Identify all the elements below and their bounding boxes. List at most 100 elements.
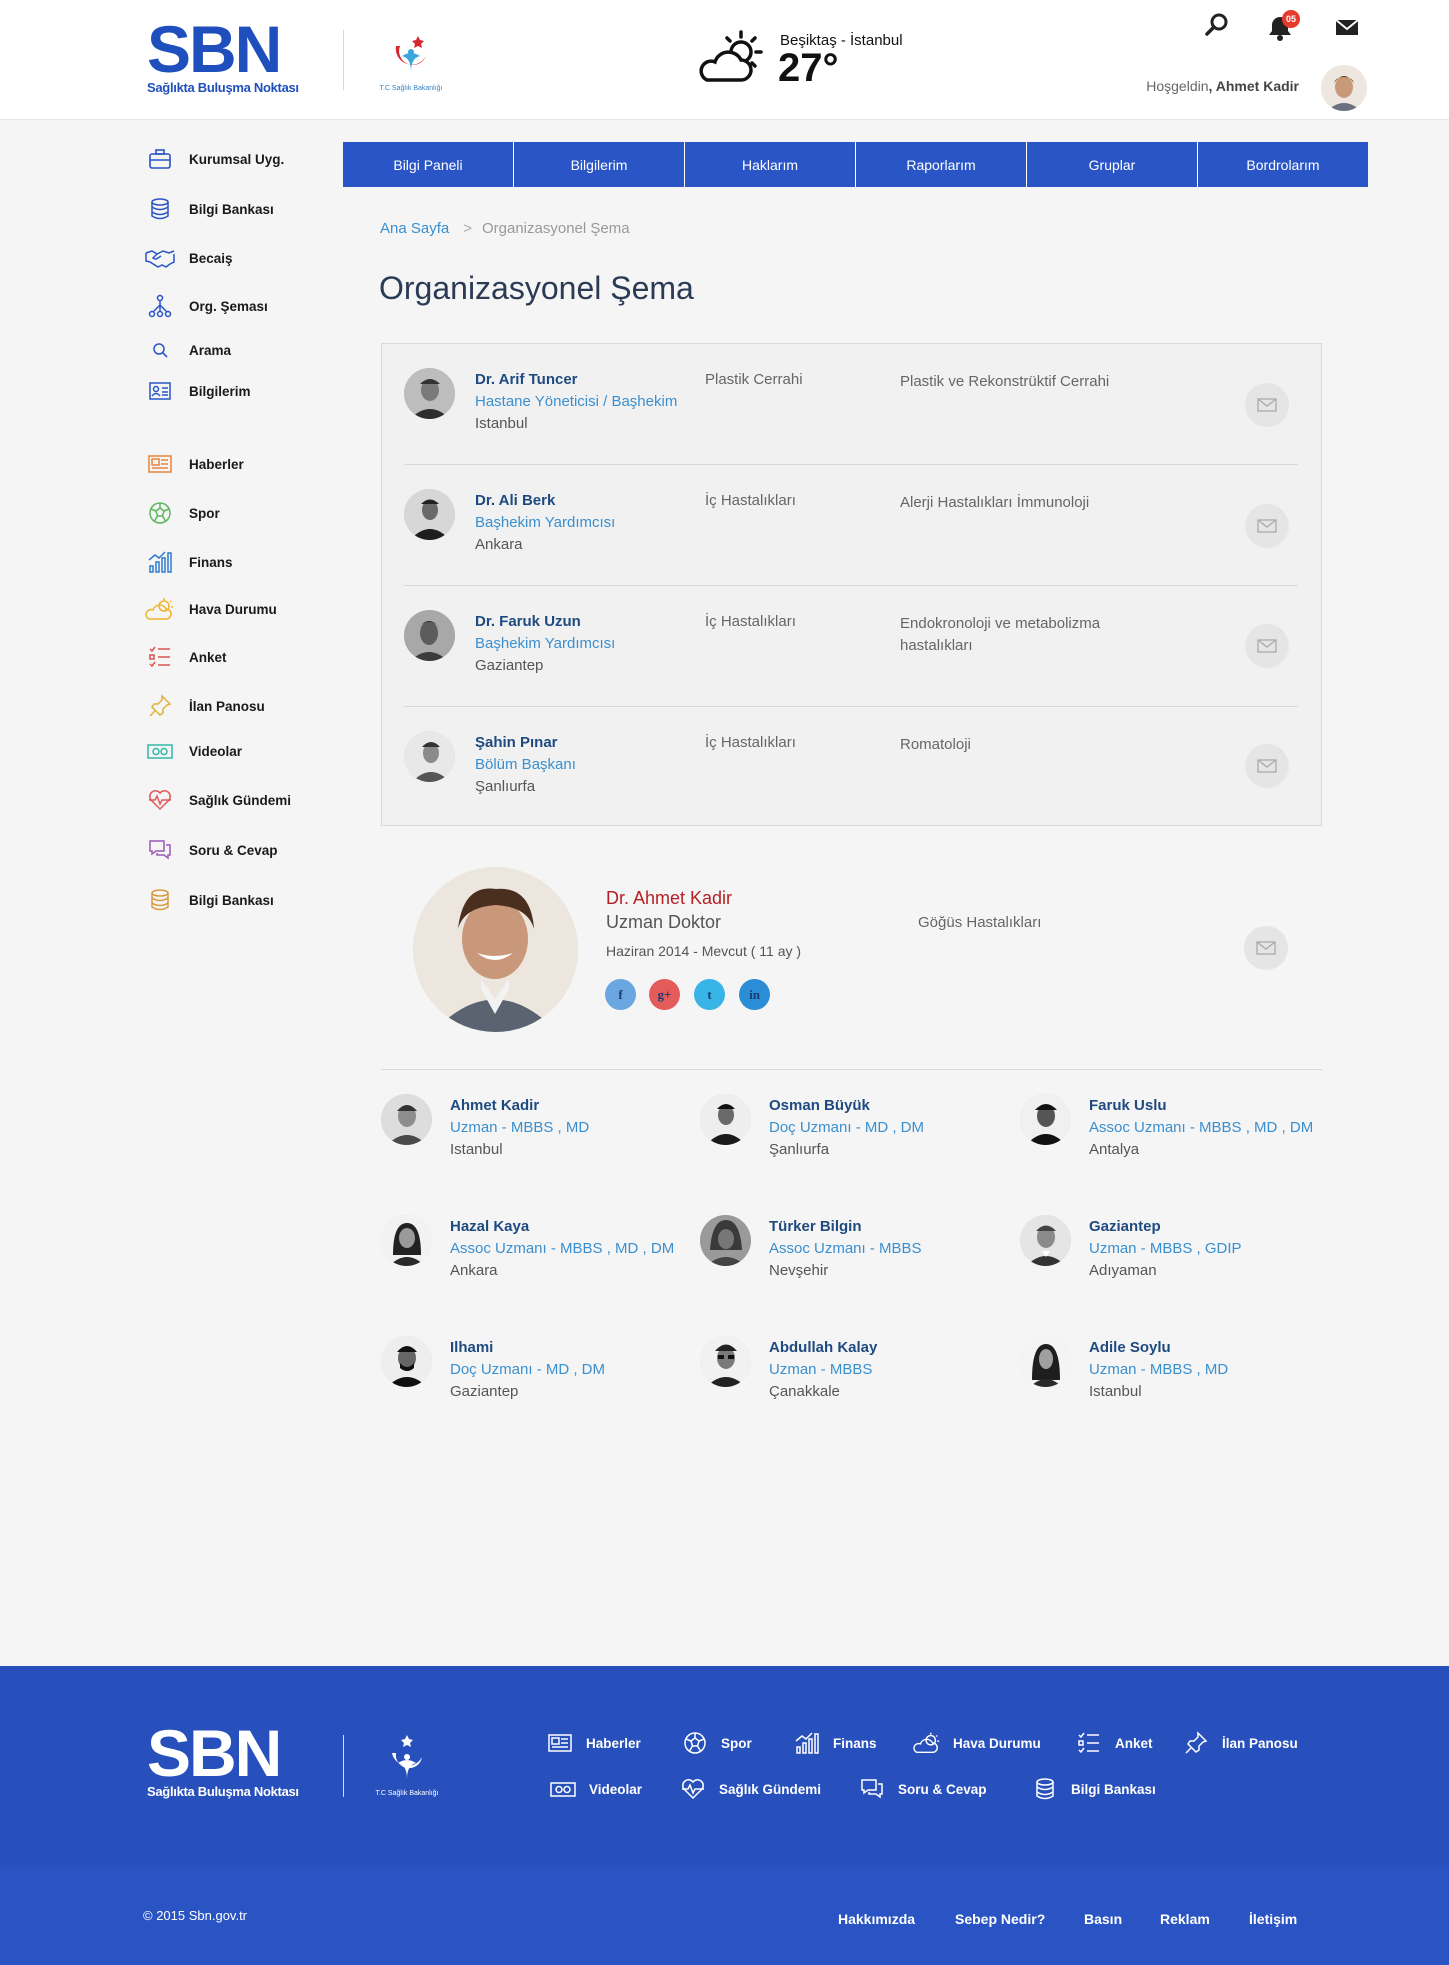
footer-link-anket[interactable]: Anket bbox=[1075, 1730, 1153, 1756]
profile-role: Uzman Doktor bbox=[606, 912, 722, 932]
tab-bordrolarim[interactable]: Bordrolarım bbox=[1198, 142, 1368, 187]
sidebar-item-haberler[interactable]: Haberler bbox=[145, 450, 244, 478]
org-person-name[interactable]: Dr. Arif Tuncer bbox=[475, 371, 578, 388]
sidebar-item-soru-cevap[interactable]: Soru & Cevap bbox=[145, 836, 278, 864]
sidebar-item-videolar[interactable]: Videolar bbox=[145, 737, 242, 765]
footer-link-haberler[interactable]: Haberler bbox=[546, 1730, 641, 1756]
ministry-emblem-icon bbox=[395, 36, 426, 72]
tab-gruplar[interactable]: Gruplar bbox=[1027, 142, 1198, 187]
footer-bottom-link-iletisim[interactable]: İletişim bbox=[1249, 1911, 1297, 1927]
footer-link-spor[interactable]: Spor bbox=[681, 1730, 752, 1756]
google-plus-icon[interactable]: g+ bbox=[649, 979, 680, 1010]
sidebar-item-saglik-gundemi[interactable]: Sağlık Gündemi bbox=[145, 786, 291, 814]
person-city: Ankara bbox=[450, 1262, 498, 1279]
sidebar-item-spor[interactable]: Spor bbox=[145, 499, 220, 527]
footer-link-bilgi-bankasi[interactable]: Bilgi Bankası bbox=[1031, 1776, 1156, 1802]
sidebar-item-label: Haberler bbox=[189, 456, 244, 472]
avatar bbox=[700, 1336, 751, 1387]
footer-bottom-link-hakkimizda[interactable]: Hakkımızda bbox=[838, 1911, 915, 1927]
weather-temperature: 27° bbox=[778, 46, 839, 90]
sidebar-item-bilgi-bankasi[interactable]: Bilgi Bankası bbox=[145, 195, 274, 223]
footer-bottom-link-sebep-nedir[interactable]: Sebep Nedir? bbox=[955, 1911, 1045, 1927]
avatar[interactable] bbox=[404, 610, 455, 661]
person-card[interactable]: Türker Bilgin Assoc Uzmanı - MBBS Nevşeh… bbox=[700, 1215, 1010, 1295]
footer-logo-subtitle: Sağlıkta Buluşma Noktası bbox=[147, 1784, 299, 1799]
org-person-department: İç Hastalıkları bbox=[705, 492, 796, 509]
send-message-button[interactable] bbox=[1245, 504, 1289, 548]
sidebar-item-label: Bilgilerim bbox=[189, 383, 251, 399]
send-message-button[interactable] bbox=[1245, 383, 1289, 427]
footer-link-saglik-gundemi[interactable]: Sağlık Gündemi bbox=[679, 1776, 821, 1802]
send-message-button[interactable] bbox=[1244, 926, 1288, 970]
footer-bottom-link-reklam[interactable]: Reklam bbox=[1160, 1911, 1210, 1927]
person-card[interactable]: Ahmet Kadir Uzman - MBBS , MD Istanbul bbox=[381, 1094, 691, 1174]
sidebar-item-arama[interactable]: Arama bbox=[145, 336, 231, 364]
avatar[interactable] bbox=[404, 368, 455, 419]
ball-icon bbox=[149, 502, 171, 524]
org-person-name[interactable]: Dr. Faruk Uzun bbox=[475, 613, 581, 630]
linkedin-icon[interactable]: in bbox=[739, 979, 770, 1010]
avatar bbox=[381, 1336, 432, 1387]
sidebar-item-kurumsal[interactable]: Kurumsal Uyg. bbox=[145, 145, 284, 173]
person-title: Uzman - MBBS , MD bbox=[450, 1119, 590, 1136]
mail-icon[interactable] bbox=[1333, 13, 1361, 41]
footer-bottom-link-basin[interactable]: Basın bbox=[1084, 1911, 1122, 1927]
avatar bbox=[1020, 1094, 1071, 1145]
footer-logo[interactable]: SBN Sağlıkta Buluşma Noktası bbox=[147, 1716, 299, 1799]
tab-haklarim[interactable]: Haklarım bbox=[685, 142, 856, 187]
org-person-city: Istanbul bbox=[475, 415, 528, 432]
avatar[interactable] bbox=[404, 489, 455, 540]
twitter-icon[interactable]: t bbox=[694, 979, 725, 1010]
mail-icon bbox=[1257, 759, 1277, 773]
tab-raporlarim[interactable]: Raporlarım bbox=[856, 142, 1027, 187]
facebook-icon[interactable]: f bbox=[605, 979, 636, 1010]
logo-subtitle: Sağlıkta Buluşma Noktası bbox=[147, 80, 299, 95]
sidebar-item-becais[interactable]: Becaiş bbox=[145, 244, 233, 272]
sidebar-item-ilan-panosu[interactable]: İlan Panosu bbox=[145, 692, 265, 720]
person-card[interactable]: Gaziantep Uzman - MBBS , GDIP Adıyaman bbox=[1020, 1215, 1330, 1295]
org-chart-icon bbox=[148, 294, 172, 318]
user-avatar[interactable] bbox=[1321, 65, 1367, 111]
sidebar-item-label: Sağlık Gündemi bbox=[189, 792, 292, 808]
footer-link-label: Sağlık Gündemi bbox=[719, 1781, 822, 1797]
org-person-name[interactable]: Şahin Pınar bbox=[475, 734, 558, 751]
breadcrumb-home[interactable]: Ana Sayfa bbox=[380, 220, 449, 237]
page-title: Organizasyonel Şema bbox=[379, 270, 694, 306]
person-card[interactable]: Faruk Uslu Assoc Uzmanı - MBBS , MD , DM… bbox=[1020, 1094, 1330, 1174]
tab-bilgilerim[interactable]: Bilgilerim bbox=[514, 142, 685, 187]
mail-icon bbox=[1257, 639, 1277, 653]
avatar bbox=[700, 1215, 751, 1266]
sidebar-item-hava-durumu[interactable]: Hava Durumu bbox=[145, 595, 277, 623]
search-icon bbox=[153, 343, 168, 358]
footer-link-soru-cevap[interactable]: Soru & Cevap bbox=[858, 1776, 987, 1802]
welcome-name: , Ahmet Kadir bbox=[1208, 78, 1300, 94]
footer-link-videolar[interactable]: Videolar bbox=[549, 1776, 642, 1802]
search-icon[interactable] bbox=[1203, 11, 1231, 39]
footer-link-hava-durumu[interactable]: Hava Durumu bbox=[913, 1730, 1041, 1756]
sidebar-item-label: Spor bbox=[189, 505, 220, 521]
send-message-button[interactable] bbox=[1245, 624, 1289, 668]
sidebar-item-org-semasi[interactable]: Org. Şeması bbox=[145, 292, 268, 320]
footer-link-ilan-panosu[interactable]: İlan Panosu bbox=[1182, 1730, 1298, 1756]
footer-link-finans[interactable]: Finans bbox=[793, 1730, 877, 1756]
person-card[interactable]: Ilhami Doç Uzmanı - MD , DM Gaziantep bbox=[381, 1336, 691, 1416]
person-city: Antalya bbox=[1089, 1141, 1140, 1158]
send-message-button[interactable] bbox=[1245, 744, 1289, 788]
breadcrumb-separator: > bbox=[463, 220, 472, 237]
sidebar-item-bilgi-bankasi-2[interactable]: Bilgi Bankası bbox=[145, 886, 274, 914]
logo[interactable]: SBN Sağlıkta Buluşma Noktası bbox=[147, 16, 299, 95]
person-card[interactable]: Hazal Kaya Assoc Uzmanı - MBBS , MD , DM… bbox=[381, 1215, 691, 1295]
person-card[interactable]: Osman Büyük Doç Uzmanı - MD , DM Şanlıur… bbox=[700, 1094, 1010, 1174]
avatar[interactable] bbox=[404, 731, 455, 782]
sidebar-item-anket[interactable]: Anket bbox=[145, 643, 227, 671]
footer-logo-text: SBN bbox=[147, 1716, 282, 1790]
org-person-name[interactable]: Dr. Ali Berk bbox=[475, 492, 555, 509]
person-card[interactable]: Abdullah Kalay Uzman - MBBS Çanakkale bbox=[700, 1336, 1010, 1416]
tab-bilgi-paneli[interactable]: Bilgi Paneli bbox=[343, 142, 514, 187]
footer-link-label: Spor bbox=[721, 1735, 752, 1751]
person-card[interactable]: Adile Soylu Uzman - MBBS , MD Istanbul bbox=[1020, 1336, 1330, 1416]
sidebar-item-finans[interactable]: Finans bbox=[145, 548, 233, 576]
avatar bbox=[700, 1094, 751, 1145]
sidebar-item-bilgilerim[interactable]: Bilgilerim bbox=[145, 377, 251, 405]
footer-ministry-label: T.C Sağlık Bakanlığı bbox=[375, 1790, 439, 1797]
